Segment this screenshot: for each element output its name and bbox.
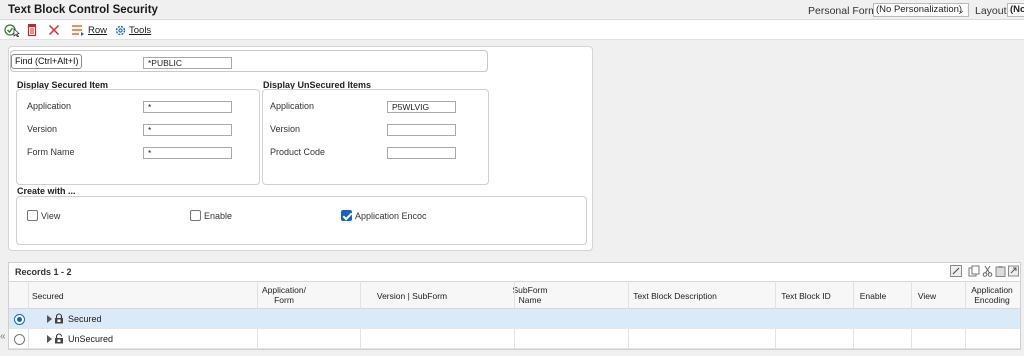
expand-node-icon[interactable] [47, 335, 52, 343]
lock-icon [55, 313, 63, 324]
unlock-icon [55, 333, 63, 344]
view-checkbox[interactable] [27, 210, 38, 221]
col-header-view[interactable]: View [912, 291, 942, 301]
row-select-radio[interactable] [14, 334, 25, 345]
col-header-enable[interactable]: Enable [855, 291, 891, 301]
col-header-application-form[interactable]: Application/ Form [258, 285, 310, 305]
row-menu-button[interactable]: Row [88, 25, 107, 36]
unsecured-product-code-input[interactable] [387, 147, 456, 159]
layout-select[interactable]: (No [1007, 3, 1024, 17]
secured-version-input[interactable]: * [143, 124, 232, 136]
secured-form-name-label: Form Name [27, 147, 75, 157]
table-row[interactable] [9, 329, 1020, 349]
application-encoding-checkbox-label: Application Encoc [355, 211, 427, 221]
chevron-down-icon: ⌄ [957, 5, 965, 15]
find-button[interactable]: Find (Ctrl+Alt+I) [11, 54, 82, 69]
col-header-text-block-description[interactable]: Text Block Description [630, 291, 720, 301]
personal-form-select[interactable]: (No Personalization) ⌄ [873, 3, 969, 17]
col-header-version-subform[interactable]: Version | SubForm [362, 291, 462, 301]
secured-application-label: Application [27, 101, 72, 111]
unsecured-version-label: Version [270, 124, 301, 134]
records-count: Records 1 - 2 [15, 267, 72, 277]
form-toolbar: Row Tools [0, 20, 1024, 40]
table-row[interactable] [9, 309, 1020, 329]
collapse-panel-icon[interactable]: « [0, 330, 9, 344]
cancel-x-icon[interactable] [48, 23, 60, 37]
maximize-grid-icon[interactable] [1008, 265, 1019, 277]
col-header-secured[interactable]: Secured [32, 291, 92, 301]
col-header-text-block-id[interactable]: Text Block ID [776, 291, 836, 301]
row-label-secured: Secured [68, 314, 102, 324]
row-label-unsecured: UnSecured [68, 334, 114, 344]
create-with-group [16, 196, 587, 245]
unsecured-application-label: Application [270, 101, 315, 111]
view-checkbox-label: View [41, 211, 61, 221]
row-exit-icon[interactable] [71, 23, 85, 37]
application-encoding-checkbox[interactable] [341, 210, 352, 221]
ok-checkmark-icon[interactable] [4, 23, 20, 37]
tools-menu-button[interactable]: Tools [129, 25, 151, 36]
grid-actions [968, 265, 1019, 278]
personal-form-value: (No Personalization) [876, 4, 963, 15]
create-with-title: Create with ... [17, 186, 76, 196]
tools-gear-icon[interactable] [114, 23, 127, 37]
enable-checkbox-label: Enable [204, 211, 233, 221]
find-qbe-input[interactable]: *PUBLIC [143, 57, 232, 69]
row-select-radio[interactable] [14, 314, 25, 325]
secured-form-name-input[interactable]: * [143, 147, 232, 159]
expand-node-icon[interactable] [47, 315, 52, 323]
enable-checkbox[interactable] [190, 210, 201, 221]
copy-icon[interactable] [968, 265, 980, 277]
unsecured-application-input[interactable]: P5WLVIG [387, 101, 456, 113]
tools-menu-label: Tools [129, 25, 152, 36]
col-header-application-encoding[interactable]: Application Encoding [966, 285, 1018, 305]
secured-application-input[interactable]: * [143, 101, 232, 113]
delete-icon[interactable] [26, 23, 38, 37]
unsecured-version-input[interactable] [387, 124, 456, 136]
paste-icon[interactable] [995, 265, 1006, 277]
grid-customize-icon[interactable] [950, 265, 962, 277]
unsecured-product-code-label: Product Code [270, 147, 326, 157]
personal-form-label: Personal Form: [808, 5, 880, 17]
title-bar: Text Block Control Security Personal For… [0, 0, 1024, 20]
row-menu-label: Row [88, 25, 108, 36]
col-header-subform-name[interactable]: SubForm Name [510, 285, 550, 305]
grid-toolbar [950, 265, 962, 278]
cut-icon[interactable] [982, 265, 993, 277]
layout-label: Layout: [975, 5, 1010, 17]
secured-version-label: Version [27, 124, 58, 134]
layout-value: (No [1010, 4, 1024, 15]
page-title: Text Block Control Security [8, 4, 158, 16]
